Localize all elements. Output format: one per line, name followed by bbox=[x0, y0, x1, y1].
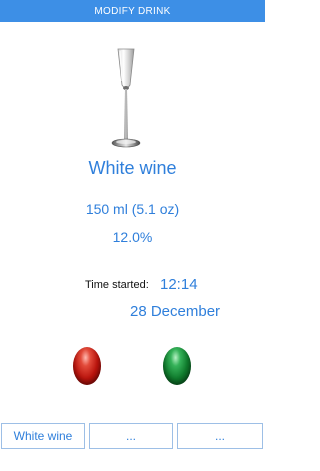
preset-button-3[interactable]: ... bbox=[177, 423, 263, 449]
time-started-label: Time started: bbox=[85, 279, 149, 291]
red-orb-icon[interactable] bbox=[73, 347, 101, 385]
date-started-value[interactable]: 28 December bbox=[130, 303, 220, 320]
green-orb-icon[interactable] bbox=[163, 347, 191, 385]
page-title: MODIFY DRINK bbox=[94, 5, 171, 17]
drink-volume[interactable]: 150 ml (5.1 oz) bbox=[0, 201, 265, 217]
drink-abv[interactable]: 12.0% bbox=[0, 229, 265, 245]
time-started-value[interactable]: 12:14 bbox=[160, 276, 198, 293]
preset-button-1[interactable]: White wine bbox=[1, 423, 85, 449]
preset-button-2[interactable]: ... bbox=[89, 423, 173, 449]
drink-name[interactable]: White wine bbox=[0, 158, 265, 179]
header-bar: MODIFY DRINK bbox=[0, 0, 265, 22]
wine-flute-glass-icon bbox=[111, 48, 141, 148]
preset-bar: White wine ... ... bbox=[0, 423, 265, 449]
